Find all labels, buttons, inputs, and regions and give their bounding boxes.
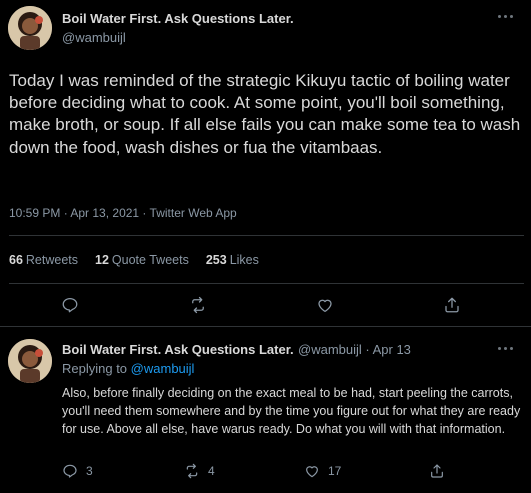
tweet-text: Today I was reminded of the strategic Ki… (9, 71, 521, 157)
reply-like-button[interactable]: 17 (304, 463, 341, 479)
retweets-label: Retweets (25, 253, 79, 267)
main-tweet: Boil Water First. Ask Questions Later. @… (0, 0, 531, 327)
avatar[interactable] (8, 339, 52, 383)
divider (9, 283, 524, 284)
share-icon (445, 297, 459, 313)
tweet-timestamp[interactable]: 10:59 PM · Apr 13, 2021 · Twitter Web Ap… (9, 206, 237, 220)
like-count: 17 (328, 464, 342, 478)
more-options-button[interactable] (495, 11, 515, 21)
avatar-illustration-icon (8, 6, 52, 50)
reply-retweet-button[interactable]: 4 (184, 463, 215, 479)
like-icon (318, 299, 332, 313)
retweets-stat[interactable]: 66 Retweets (9, 253, 78, 267)
user-handle[interactable]: @wambuijl (62, 30, 126, 45)
dot-icon (509, 14, 513, 18)
dot-icon (503, 14, 507, 18)
divider (9, 235, 524, 236)
reply-button[interactable] (60, 295, 80, 315)
dot-icon (503, 346, 507, 350)
like-icon (306, 466, 318, 478)
retweet-icon (186, 463, 198, 479)
retweet-count: 4 (208, 464, 215, 478)
dot-icon (497, 14, 501, 18)
reply-count: 3 (86, 464, 93, 478)
replying-to-link[interactable]: @wambuijl (131, 361, 195, 376)
tweet-actions (0, 295, 531, 315)
reply-icon (63, 464, 77, 478)
retweets-count: 66 (9, 253, 23, 267)
likes-count: 253 (205, 253, 227, 267)
like-button[interactable] (315, 295, 335, 315)
display-name[interactable]: Boil Water First. Ask Questions Later. (62, 11, 294, 26)
dot-icon (509, 346, 513, 350)
tweet-stats: 66 Retweets 12 Quote Tweets 253 Likes (9, 253, 259, 267)
quote-tweets-stat[interactable]: 12 Quote Tweets (95, 253, 189, 267)
avatar[interactable] (8, 6, 52, 50)
share-button[interactable] (442, 295, 462, 315)
quotes-count: 12 (95, 253, 109, 267)
reply-icon (62, 297, 78, 313)
reply-handle-date[interactable]: @wambuijl · Apr 13 (298, 342, 411, 357)
likes-stat[interactable]: 253 Likes (206, 253, 259, 267)
replying-prefix: Replying to (62, 361, 128, 376)
reply-actions: 3 4 17 (0, 463, 531, 483)
reply-display-name[interactable]: Boil Water First. Ask Questions Later. (62, 342, 294, 357)
likes-label: Likes (229, 253, 259, 267)
reply-share-button[interactable] (429, 463, 445, 479)
avatar-illustration-icon (8, 339, 52, 383)
quotes-label: Quote Tweets (111, 253, 189, 267)
reply-text: Also, before finally deciding on the exa… (62, 386, 521, 436)
reply-more-options-button[interactable] (495, 343, 515, 353)
reply-reply-button[interactable]: 3 (62, 463, 93, 479)
retweet-icon (192, 296, 204, 314)
dot-icon (497, 346, 501, 350)
replying-to: Replying to @wambuijl (62, 361, 194, 376)
retweet-button[interactable] (188, 295, 208, 315)
share-icon (431, 464, 443, 478)
